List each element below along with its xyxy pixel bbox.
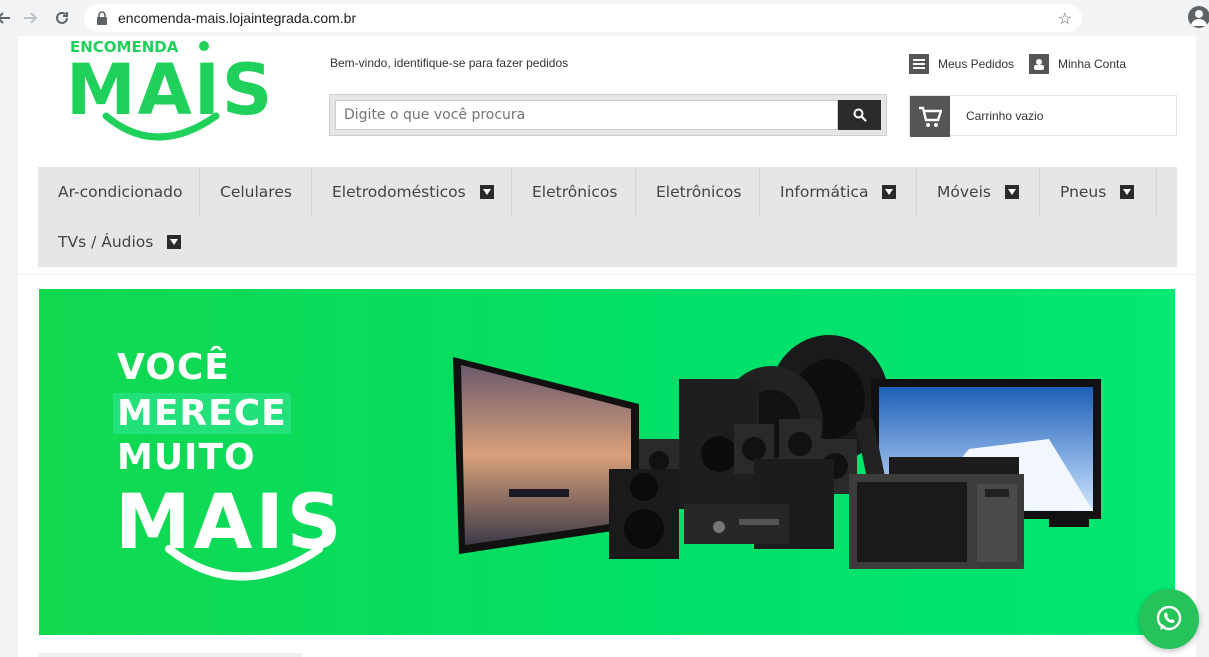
logo-main-text: MAIS (66, 49, 274, 131)
my-account-link[interactable]: Minha Conta (1029, 54, 1126, 74)
my-orders-label: Meus Pedidos (938, 57, 1015, 71)
my-orders-link[interactable]: Meus Pedidos (909, 54, 1014, 74)
welcome-text: Bem-vindo, identifique-se para fazer ped… (330, 56, 569, 70)
chevron-down-icon (167, 235, 182, 249)
menu-label: Pneus (1060, 183, 1107, 201)
menu-label: TVs / Áudios (58, 233, 154, 251)
menu-item-tvs-audios[interactable]: TVs / Áudios (38, 217, 200, 267)
search-icon (853, 108, 867, 122)
banner-line-1: VOCÊ (117, 347, 230, 388)
menu-label: Eletrônicos (656, 183, 742, 201)
menu-item-celulares[interactable]: Celulares (200, 167, 312, 217)
menu-item-informatica[interactable]: Informática (760, 167, 917, 217)
menu-label: Informática (780, 183, 869, 201)
profile-icon[interactable] (1188, 6, 1209, 28)
banner-line-2: MERECE (113, 393, 291, 434)
banner-line-3: MUITO (117, 437, 256, 478)
chevron-down-icon (479, 185, 494, 199)
whatsapp-icon (1156, 605, 1182, 631)
menu-item-eletrodomesticos[interactable]: Eletrodomésticos (312, 167, 512, 217)
content-strip (38, 653, 302, 657)
cart-status: Carrinho vazio (966, 109, 1044, 123)
chevron-down-icon (1004, 185, 1019, 199)
banner-smile-decoration (165, 545, 323, 581)
store-page: ENCOMENDA MAIS Bem-vindo, identifique-se… (18, 36, 1196, 657)
menu-label: Eletrodomésticos (332, 183, 466, 201)
menu-label: Móveis (937, 183, 991, 201)
cart-widget[interactable]: Carrinho vazio (909, 95, 1177, 137)
category-menu: Ar-condicionado Celulares Eletrodoméstic… (38, 167, 1177, 267)
menu-item-ar-condicionado[interactable]: Ar-condicionado (38, 167, 200, 217)
forward-icon[interactable] (18, 6, 42, 30)
search-bar (329, 94, 887, 136)
chevron-down-icon (882, 185, 897, 199)
back-icon[interactable] (0, 6, 16, 30)
menu-label: Eletrônicos (532, 183, 618, 201)
browser-toolbar: encomenda-mais.lojaintegrada.com.br ☆ (0, 0, 1209, 36)
list-icon (909, 54, 929, 74)
menu-label: Ar-condicionado (58, 183, 183, 201)
chevron-down-icon (1120, 185, 1135, 199)
lock-icon (97, 11, 107, 25)
menu-item-eletronicos-2[interactable]: Eletrônicos (636, 167, 760, 217)
hero-banner[interactable]: VOCÊ MERECE MUITO MAIS (39, 289, 1175, 635)
address-bar[interactable]: encomenda-mais.lojaintegrada.com.br ☆ (84, 4, 1082, 32)
store-logo[interactable]: ENCOMENDA MAIS (66, 38, 276, 148)
cart-icon (910, 96, 950, 137)
search-button[interactable] (838, 100, 881, 130)
menu-item-pneus[interactable]: Pneus (1040, 167, 1157, 217)
products-illustration (453, 335, 1101, 569)
search-input[interactable] (335, 100, 838, 130)
menu-item-moveis[interactable]: Móveis (917, 167, 1040, 217)
divider (18, 274, 1196, 275)
url-text: encomenda-mais.lojaintegrada.com.br (118, 10, 357, 26)
user-icon (1029, 54, 1049, 74)
menu-item-eletronicos[interactable]: Eletrônicos (512, 167, 636, 217)
reload-icon[interactable] (50, 6, 74, 30)
whatsapp-button[interactable] (1139, 589, 1199, 649)
my-account-label: Minha Conta (1058, 57, 1127, 71)
bookmark-star-icon[interactable]: ☆ (1058, 9, 1072, 29)
menu-label: Celulares (220, 183, 292, 201)
